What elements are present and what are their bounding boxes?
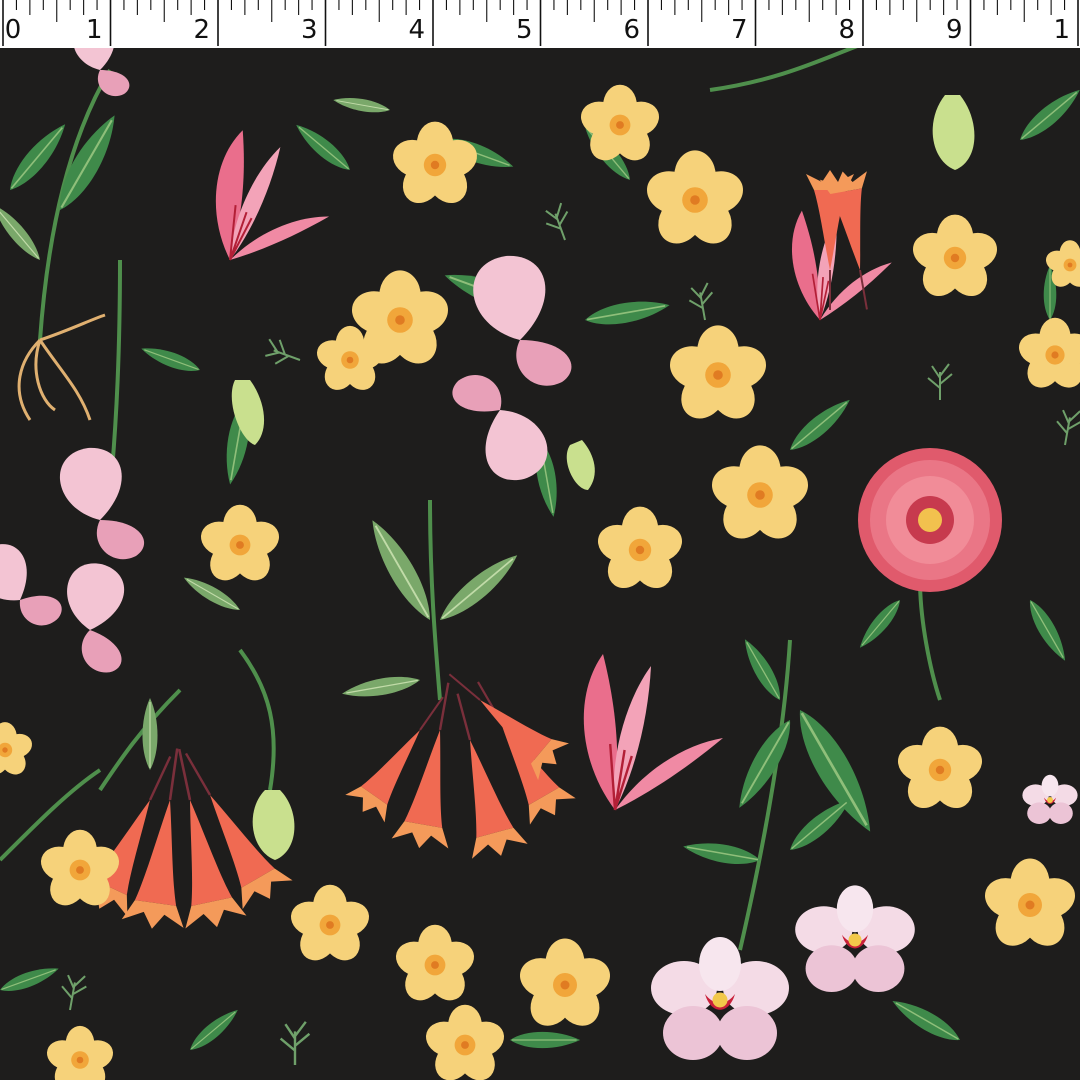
inch-ruler: 0 1 2 3 4 5 6 7 8 9 1 xyxy=(0,0,1080,49)
fabric-swatch-photo: 0 1 2 3 4 5 6 7 8 9 1 xyxy=(0,0,1080,1080)
ruler-label: 2 xyxy=(193,15,210,45)
ruler-label: 0 xyxy=(5,15,22,45)
ruler-label: 1 xyxy=(86,15,103,45)
ruler-label: 7 xyxy=(731,15,748,45)
ruler-label: 1 xyxy=(1053,15,1070,45)
ruler-label: 5 xyxy=(516,15,533,45)
ruler-label: 4 xyxy=(408,15,425,45)
zinnia xyxy=(858,448,1002,592)
roots xyxy=(17,313,106,421)
ruler-label: 9 xyxy=(946,15,963,45)
ruler-label: 8 xyxy=(838,15,855,45)
floral-print xyxy=(0,48,1080,1080)
ruler-label: 6 xyxy=(623,15,640,45)
ruler-scale: 0 1 2 3 4 5 6 7 8 9 1 xyxy=(2,0,1079,46)
fern-sprigs xyxy=(57,201,1080,1067)
ruler-label: 3 xyxy=(301,15,318,45)
